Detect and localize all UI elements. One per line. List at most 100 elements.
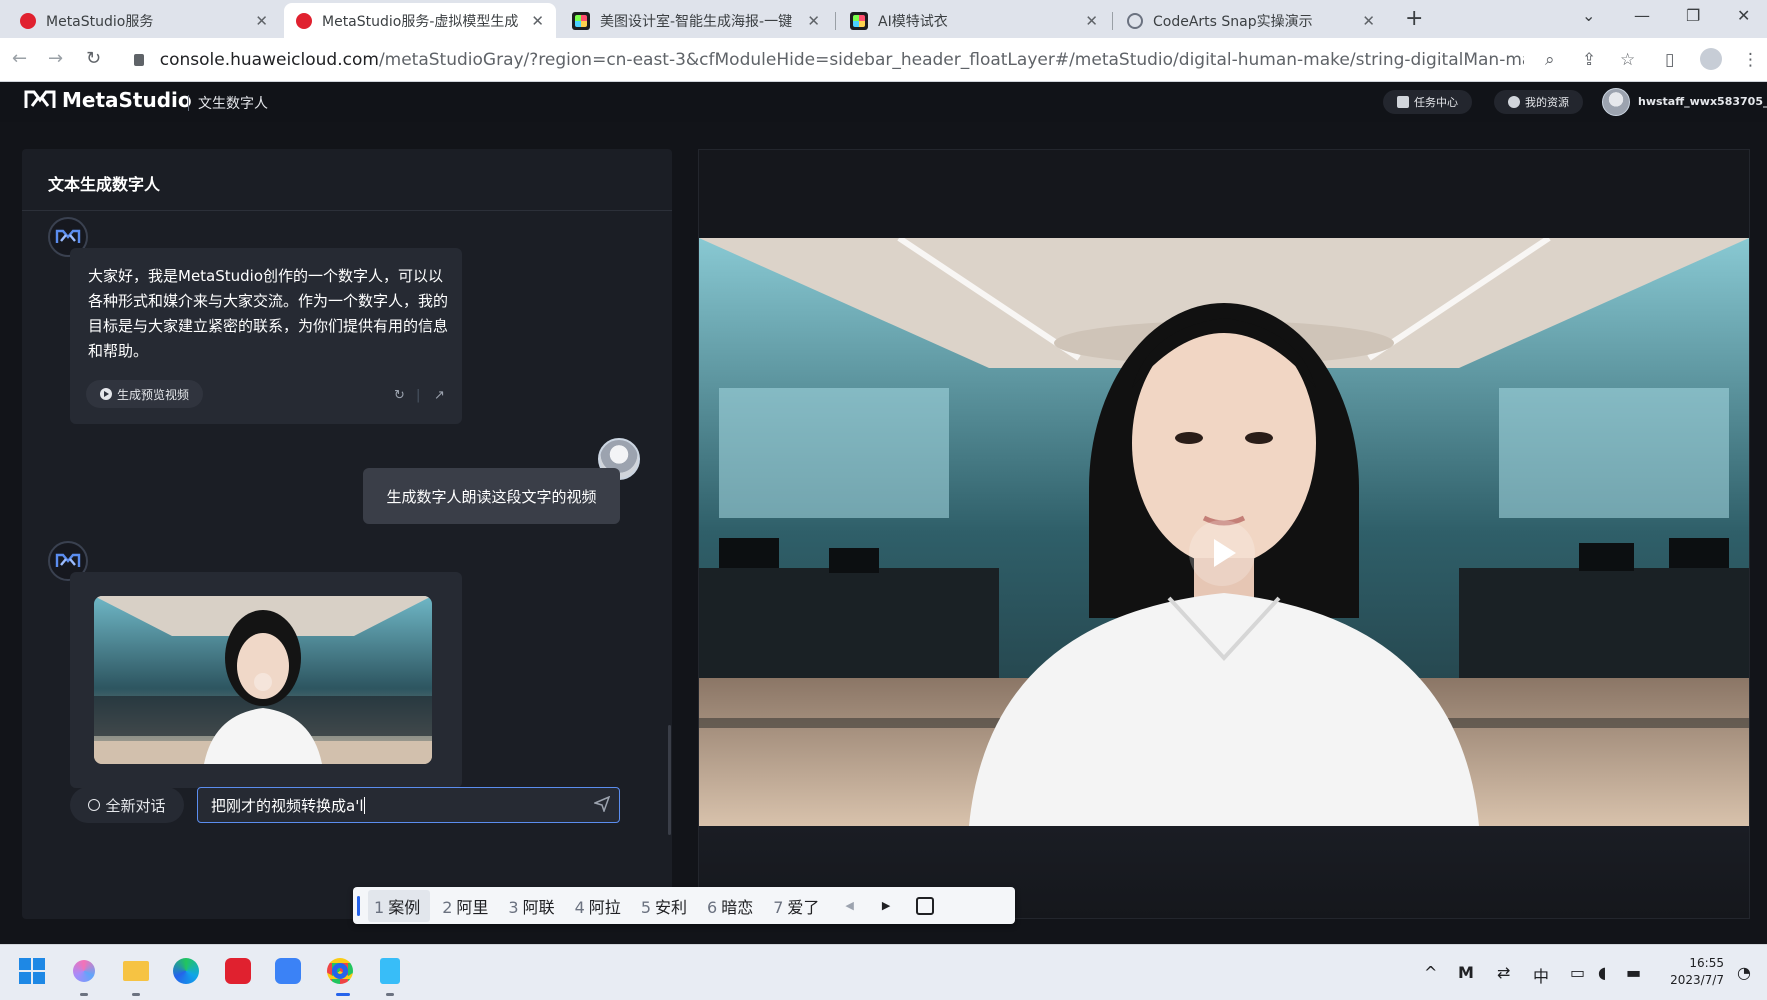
send-icon[interactable] bbox=[594, 796, 610, 812]
forward-icon[interactable]: → bbox=[48, 48, 63, 69]
tab-title: MetaStudio服务 bbox=[46, 13, 154, 30]
system-clock[interactable]: 16:55 2023/7/7 bbox=[1662, 955, 1724, 989]
metastudio-bot-icon bbox=[55, 553, 81, 567]
regenerate-icon[interactable]: ↻ bbox=[394, 388, 405, 403]
my-resources-button[interactable]: 我的资源 bbox=[1494, 90, 1583, 114]
new-chat-button[interactable]: 全新对话 bbox=[70, 787, 184, 823]
tray-overflow-icon[interactable]: ^ bbox=[1424, 963, 1437, 982]
ime-candidate-3[interactable]: 3 阿联 bbox=[504, 894, 562, 918]
minimize-button[interactable]: — bbox=[1634, 6, 1650, 25]
tab-divider bbox=[835, 12, 836, 30]
chat-input[interactable]: 把刚才的视频转换成a'l bbox=[197, 787, 620, 823]
more-menu-icon[interactable]: ⋮ bbox=[1742, 50, 1759, 70]
tab-search-icon[interactable]: ⌄ bbox=[1582, 6, 1595, 25]
ime-candidate-6[interactable]: 6 暗恋 bbox=[703, 894, 761, 918]
notification-bell-icon[interactable]: ◔ bbox=[1737, 963, 1751, 982]
browser-tab-bar: MetaStudio服务 ✕ MetaStudio服务-虚拟模型生成 ✕ 美图设… bbox=[0, 0, 1767, 38]
text-cursor bbox=[364, 796, 366, 814]
back-icon[interactable]: ← bbox=[12, 48, 27, 69]
cloud-app-icon[interactable] bbox=[272, 955, 304, 987]
zoom-icon[interactable]: ⌕ bbox=[1545, 50, 1555, 70]
metastudio-logo-icon bbox=[24, 90, 56, 108]
reload-icon[interactable]: ↻ bbox=[86, 48, 101, 69]
browser-tab-3[interactable]: 美图设计室-智能生成海报-一键 ✕ bbox=[560, 3, 832, 38]
url-path: /metaStudioGray/?region=cn-east-3&cfModu… bbox=[378, 50, 1524, 70]
profile-icon[interactable] bbox=[1700, 48, 1722, 70]
browser-tab-1[interactable]: MetaStudio服务 ✕ bbox=[8, 3, 280, 38]
globe-icon bbox=[1127, 12, 1143, 29]
battery-icon[interactable]: ▬ bbox=[1626, 963, 1641, 982]
generate-preview-label: 生成预览视频 bbox=[117, 387, 190, 402]
windows-logo-icon bbox=[19, 958, 45, 984]
tab-title: AI模特试衣 bbox=[878, 13, 948, 30]
user-message-bubble: 生成数字人朗读这段文字的视频 bbox=[363, 468, 620, 524]
metastudio-bot-icon bbox=[55, 229, 81, 243]
new-tab-button[interactable]: + bbox=[1405, 6, 1423, 31]
video-player[interactable] bbox=[699, 238, 1749, 826]
tab-divider bbox=[1112, 12, 1113, 30]
file-explorer-icon[interactable] bbox=[120, 955, 152, 987]
ime-skin-icon[interactable] bbox=[916, 896, 935, 915]
url-field[interactable]: console.huaweicloud.com /metaStudioGray/… bbox=[134, 45, 1524, 75]
close-window-button[interactable]: ✕ bbox=[1737, 6, 1750, 25]
metastudio-logo[interactable]: MetaStudio bbox=[24, 88, 192, 112]
browser-tab-4[interactable]: AI模特试衣 ✕ bbox=[838, 3, 1110, 38]
share-icon[interactable]: ⇪ bbox=[1582, 50, 1596, 70]
header-divider bbox=[188, 95, 189, 111]
chat-scrollbar[interactable] bbox=[668, 725, 671, 835]
restore-button[interactable]: ❐ bbox=[1686, 6, 1700, 25]
ime-mode-indicator[interactable]: 中 bbox=[1533, 963, 1549, 987]
url-host: console.huaweicloud.com bbox=[159, 50, 379, 70]
brand-name: MetaStudio bbox=[62, 88, 192, 112]
lock-icon bbox=[134, 54, 144, 66]
chrome-icon[interactable] bbox=[324, 955, 356, 987]
start-button[interactable] bbox=[16, 955, 48, 987]
close-tab-icon[interactable]: ✕ bbox=[255, 12, 268, 30]
user-avatar[interactable] bbox=[1602, 88, 1630, 116]
meitu-icon bbox=[572, 11, 590, 30]
ime-caret bbox=[357, 895, 360, 916]
chat-panel: 文本生成数字人 大家好，我是MetaStudio创作的一个数字人，可以以各种形式… bbox=[22, 149, 672, 919]
task-center-button[interactable]: 任务中心 bbox=[1383, 90, 1472, 114]
next-page-icon[interactable]: ▶ bbox=[882, 899, 890, 912]
huawei-icon bbox=[20, 12, 36, 29]
generate-preview-button[interactable]: 生成预览视频 bbox=[86, 380, 204, 408]
close-tab-icon[interactable]: ✕ bbox=[1085, 12, 1098, 30]
transfer-icon[interactable]: ⇄ bbox=[1497, 963, 1510, 982]
notepad-icon[interactable] bbox=[374, 955, 406, 987]
browser-tab-2[interactable]: MetaStudio服务-虚拟模型生成 ✕ bbox=[284, 3, 556, 38]
bookmark-star-icon[interactable]: ☆ bbox=[1620, 50, 1635, 70]
network-icon[interactable]: ▭ bbox=[1570, 963, 1585, 982]
share-icon[interactable]: ↗ bbox=[434, 388, 445, 403]
ime-candidate-4[interactable]: 4 阿拉 bbox=[571, 894, 629, 918]
prev-page-icon[interactable]: ◀ bbox=[845, 899, 853, 912]
network-monitor-icon[interactable]: M bbox=[1458, 963, 1474, 982]
ime-candidate-7[interactable]: 7 爱了 bbox=[769, 894, 827, 918]
close-tab-icon[interactable]: ✕ bbox=[531, 12, 544, 30]
copilot-app-icon[interactable] bbox=[68, 955, 100, 987]
task-center-label: 任务中心 bbox=[1414, 96, 1458, 109]
taskbar: ^ M ⇄ 中 ▭ ◖ ▬ 16:55 2023/7/7 ◔ bbox=[0, 944, 1767, 1000]
app-header: MetaStudio 文生数字人 任务中心 我的资源 hwstaff_wwx58… bbox=[0, 82, 1767, 122]
video-thumbnail[interactable] bbox=[94, 596, 432, 764]
running-indicator bbox=[132, 993, 140, 996]
chat-input-value: 把刚才的视频转换成a'l bbox=[211, 796, 364, 815]
play-button[interactable] bbox=[1189, 520, 1255, 586]
close-tab-icon[interactable]: ✕ bbox=[1362, 12, 1375, 30]
ime-candidate-5[interactable]: 5 安利 bbox=[637, 894, 695, 918]
tab-title: CodeArts Snap实操演示 bbox=[1153, 13, 1313, 30]
edge-browser-icon[interactable] bbox=[170, 955, 202, 987]
video-preview-panel bbox=[698, 149, 1750, 919]
ime-candidate-1[interactable]: 1 案例 bbox=[368, 889, 431, 922]
username[interactable]: hwstaff_wwx583705_01 bbox=[1638, 95, 1767, 108]
side-panel-icon[interactable]: ▯ bbox=[1665, 50, 1674, 70]
close-tab-icon[interactable]: ✕ bbox=[807, 12, 820, 30]
huawei-store-icon[interactable] bbox=[222, 955, 254, 987]
ime-candidate-window: 1 案例 2 阿里 3 阿联 4 阿拉 5 安利 6 暗恋 7 爱了 ◀ ▶ bbox=[353, 887, 1015, 924]
volume-icon[interactable]: ◖ bbox=[1598, 963, 1606, 982]
breadcrumb[interactable]: 文生数字人 bbox=[198, 93, 268, 113]
browser-tab-5[interactable]: CodeArts Snap实操演示 ✕ bbox=[1115, 3, 1387, 38]
ime-candidate-2[interactable]: 2 阿里 bbox=[438, 894, 496, 918]
meitu-icon bbox=[850, 11, 868, 30]
tab-title: 美图设计室-智能生成海报-一键 bbox=[600, 13, 793, 30]
